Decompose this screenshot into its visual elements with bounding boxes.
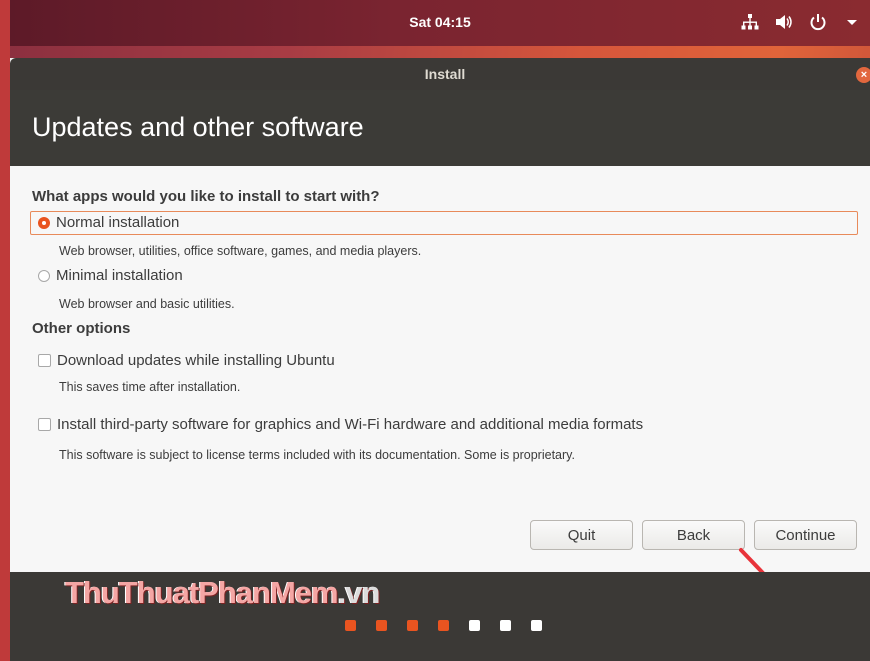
progress-dot — [407, 620, 418, 631]
progress-dot — [345, 620, 356, 631]
third-party-software-description: This software is subject to license term… — [59, 448, 575, 462]
volume-icon[interactable] — [774, 12, 794, 32]
progress-dot — [500, 620, 511, 631]
minimal-installation-radio[interactable]: Minimal installation — [38, 267, 183, 284]
progress-dots — [345, 620, 542, 631]
checkbox-icon[interactable] — [38, 418, 51, 431]
system-indicators[interactable] — [740, 12, 862, 32]
quit-button[interactable]: Quit — [530, 520, 633, 550]
progress-dot — [438, 620, 449, 631]
radio-selected-icon[interactable] — [38, 216, 50, 229]
network-icon[interactable] — [740, 12, 760, 32]
content-panel: What apps would you like to install to s… — [10, 166, 870, 608]
watermark-logo: ThuThuatPhanMem.vn — [65, 575, 380, 610]
page-header: Updates and other software — [10, 90, 870, 166]
minimal-installation-description: Web browser and basic utilities. — [59, 297, 235, 311]
download-updates-label[interactable]: Download updates while installing Ubuntu — [57, 352, 335, 369]
desktop-edge — [0, 0, 10, 661]
download-updates-checkbox[interactable]: Download updates while installing Ubuntu — [38, 352, 335, 369]
close-icon[interactable]: × — [856, 67, 870, 83]
progress-dot — [376, 620, 387, 631]
other-options-heading: Other options — [32, 320, 131, 337]
power-icon[interactable] — [808, 12, 828, 32]
third-party-software-label[interactable]: Install third-party software for graphic… — [57, 416, 643, 433]
window-titlebar[interactable]: Install × — [10, 58, 870, 90]
normal-installation-radio[interactable]: Normal installation — [38, 214, 179, 231]
install-question: What apps would you like to install to s… — [32, 188, 380, 205]
progress-dot — [469, 620, 480, 631]
progress-footer: ThuThuatPhanMem.vn — [10, 572, 870, 661]
minimal-installation-label[interactable]: Minimal installation — [56, 267, 183, 284]
menu-arrow-icon[interactable] — [842, 12, 862, 32]
radio-unselected-icon[interactable] — [38, 269, 50, 282]
third-party-software-checkbox[interactable]: Install third-party software for graphic… — [38, 416, 643, 433]
normal-installation-label[interactable]: Normal installation — [56, 214, 179, 231]
normal-installation-description: Web browser, utilities, office software,… — [59, 244, 422, 258]
page-title: Updates and other software — [32, 112, 364, 142]
installer-window: Install × Updates and other software Wha… — [10, 58, 870, 661]
download-updates-description: This saves time after installation. — [59, 380, 241, 394]
checkbox-icon[interactable] — [38, 354, 51, 367]
top-panel: Sat 04:15 — [10, 0, 870, 46]
window-title: Install — [424, 66, 466, 82]
progress-dot — [531, 620, 542, 631]
back-button[interactable]: Back — [642, 520, 745, 550]
